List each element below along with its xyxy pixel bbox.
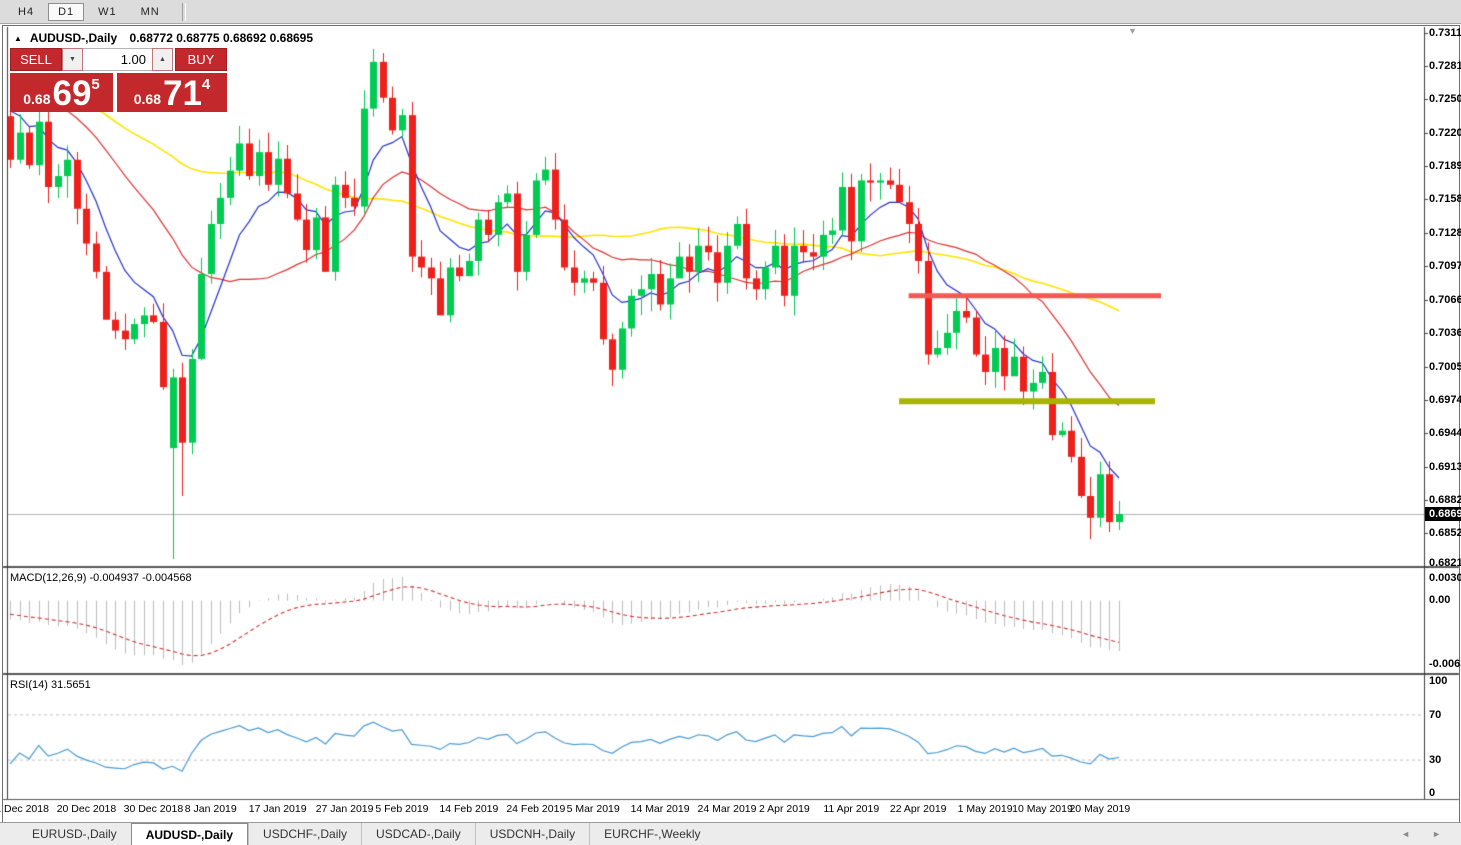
date-axis-label: 24 Feb 2019: [506, 803, 566, 815]
price-axis-label: 0.73115: [1429, 27, 1461, 39]
macd-name: MACD(12,26,9): [10, 572, 87, 584]
macd-axis-label: 0.003035: [1429, 572, 1461, 584]
trading-platform-screen: H4 D1 W1 MN ▲ AUDUSD-,Daily 0.68772 0.68775…: [0, 0, 1461, 845]
auto-scroll-marker-icon: ▼: [1128, 26, 1137, 36]
date-axis-label: 14 Feb 2019: [439, 803, 499, 815]
timeframe-button-w1[interactable]: W1: [88, 3, 127, 21]
tab-scroll-left-button[interactable]: ◄: [1395, 828, 1416, 840]
chart-tab-eurchf[interactable]: EURCHF-,Weekly: [589, 823, 714, 845]
price-axis-label: 0.68520: [1429, 527, 1461, 539]
tab-scroll-right-button[interactable]: ►: [1426, 828, 1447, 840]
price-axis-label: 0.71585: [1429, 193, 1461, 206]
price-axis-label: 0.69440: [1429, 426, 1461, 439]
date-axis-label: 17 Jan 2019: [248, 803, 307, 815]
price-axis-label: 0.70970: [1429, 260, 1461, 273]
rsi-axis-label: 30: [1429, 754, 1442, 767]
timeframe-button-mn[interactable]: MN: [131, 3, 170, 21]
tab-scroll-arrows: ◄ ►: [1395, 823, 1461, 845]
chart-symbol-label: AUDUSD-,Daily: [29, 31, 118, 45]
rsi-indicator-label: RSI(14) 31.5651: [10, 679, 91, 691]
buy-price-point: 4: [201, 76, 211, 93]
chart-tab-eurusd[interactable]: EURUSD-,Daily: [18, 823, 131, 845]
date-axis-label: 2 Apr 2019: [758, 803, 810, 815]
rsi-axis-label: 0: [1429, 787, 1436, 799]
chart-tabs-bar: EURUSD-,Daily AUDUSD-,Daily USDCHF-,Daily U…: [0, 822, 1461, 845]
date-axis-label: 1 May 2019: [957, 803, 1013, 815]
current-price-badge: 0.68695: [1425, 506, 1461, 521]
date-axis-label: 10 May 2019: [1012, 803, 1073, 815]
rsi-name: RSI(14): [10, 679, 48, 691]
chart-title-bar: ▲ AUDUSD-,Daily 0.68772 0.68775 0.68692 …: [14, 31, 313, 45]
macd-signal-value: -0.004568: [142, 572, 192, 584]
price-axis-label: 0.69745: [1429, 393, 1461, 406]
date-axis-label: 5 Mar 2019: [566, 803, 620, 815]
date-axis-label: 24 Mar 2019: [697, 803, 757, 815]
toolbar-separator: [181, 2, 186, 21]
date-axis-label: 5 Feb 2019: [375, 803, 429, 815]
macd-axis-label: -0.00631: [1429, 658, 1461, 670]
chart-tab-usdcad[interactable]: USDCAD-,Daily: [361, 823, 475, 845]
chart-tab-usdcnh[interactable]: USDCNH-,Daily: [474, 823, 589, 845]
chart-ohlc-values: 0.68772 0.68775 0.68692 0.68695: [129, 31, 314, 45]
chart-canvas[interactable]: [0, 25, 1461, 822]
date-axis-label: 30 Dec 2018: [123, 803, 184, 815]
price-axis-label: 0.69130: [1429, 460, 1461, 473]
rsi-axis-label: 70: [1429, 708, 1442, 721]
chart-tab-audusd[interactable]: AUDUSD-,Daily: [130, 823, 249, 845]
sell-price-pips: 69: [52, 74, 92, 113]
sell-price-quote[interactable]: 0.68 69 5: [10, 73, 113, 112]
volume-decrease-button[interactable]: ▼: [62, 48, 83, 71]
date-axis-label: 8 Jan 2019: [184, 803, 237, 815]
ohlc-marker-icon: ▲: [14, 34, 22, 43]
price-axis-label: 0.72810: [1429, 60, 1461, 73]
buy-price-pips: 71: [162, 74, 202, 113]
date-axis-label: 27 Jan 2019: [315, 803, 374, 815]
date-axis-label: 22 Apr 2019: [889, 803, 947, 815]
sell-price-point: 5: [91, 76, 100, 93]
price-axis-label: 0.70665: [1429, 293, 1461, 306]
timeframe-button-d1[interactable]: D1: [48, 2, 85, 21]
buy-button[interactable]: BUY: [175, 48, 227, 71]
price-axis-label: 0.68210: [1429, 557, 1461, 569]
sell-button[interactable]: SELL: [10, 48, 62, 71]
macd-axis-label: 0.00: [1429, 593, 1451, 606]
chart-tab-usdchf[interactable]: USDCHF-,Daily: [248, 823, 361, 845]
one-click-trading-panel: SELL ▼ ▲ BUY 0.68 69 5 0.68 71 4: [10, 48, 229, 112]
date-axis-label: 14 Mar 2019: [630, 803, 690, 815]
date-axis-label: 20 May 2019: [1069, 803, 1131, 815]
price-axis-label: 0.70050: [1429, 360, 1461, 373]
timeframe-toolbar: H4 D1 W1 MN: [0, 0, 1461, 24]
date-axis-label: 20 Dec 2018: [56, 803, 117, 815]
macd-indicator-label: MACD(12,26,9) -0.004937 -0.004568: [10, 572, 192, 584]
volume-increase-button[interactable]: ▲: [152, 48, 173, 71]
buy-price-prefix: 0.68: [133, 91, 161, 107]
price-axis-label: 0.72505: [1429, 93, 1461, 106]
price-axis-label: 0.68825: [1429, 493, 1461, 506]
rsi-axis-label: 100: [1429, 675, 1448, 687]
timeframe-button-h4[interactable]: H4: [8, 3, 44, 21]
sell-price-prefix: 0.68: [23, 91, 51, 107]
rsi-value: 31.5651: [50, 679, 91, 691]
price-axis-label: 0.72200: [1429, 126, 1461, 139]
date-axis-label: 11 Apr 2019: [823, 803, 880, 815]
date-axis-label: 11 Dec 2018: [0, 803, 49, 815]
macd-main-value: -0.004937: [89, 572, 140, 584]
price-axis-label: 0.70360: [1429, 326, 1461, 339]
price-axis-label: 0.71280: [1429, 226, 1461, 239]
volume-input[interactable]: [83, 48, 152, 71]
price-axis-label: 0.71890: [1429, 160, 1461, 173]
buy-price-quote[interactable]: 0.68 71 4: [117, 73, 227, 112]
